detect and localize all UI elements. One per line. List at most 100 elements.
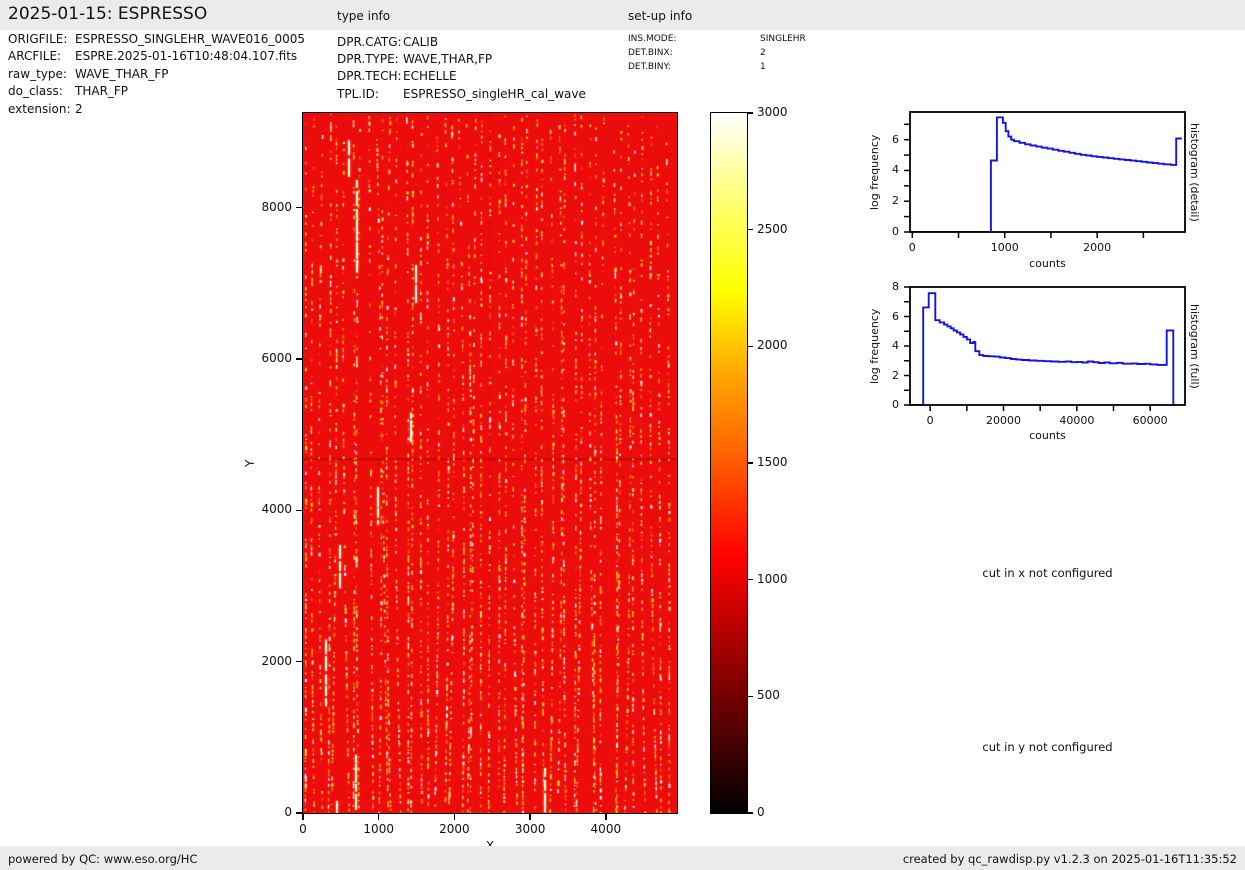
setup-info-row: DET.BINX:2 bbox=[628, 47, 806, 61]
dpr-type-value: WAVE,THAR,FP bbox=[403, 51, 492, 68]
hist-detail-x-tick-label: 0 bbox=[882, 241, 942, 254]
dpr-tech-label: DPR.TECH: bbox=[337, 68, 403, 85]
doclass-label: do_class: bbox=[8, 83, 75, 100]
raw-y-tick bbox=[296, 207, 303, 209]
raw-x-tick-label: 0 bbox=[273, 822, 333, 836]
file-info-row: ARCFILE:ESPRE.2025-01-16T10:48:04.107.fi… bbox=[8, 48, 305, 65]
hist-detail-y-tick-label: 6 bbox=[865, 133, 899, 146]
type-info-block: DPR.CATG:CALIB DPR.TYPE:WAVE,THAR,FP DPR… bbox=[337, 34, 586, 103]
file-info-row: extension:2 bbox=[8, 101, 305, 118]
raw-x-tick bbox=[529, 813, 531, 820]
hist-detail-x-tick-label: 2000 bbox=[1067, 241, 1127, 254]
raw-y-tick-label: 2000 bbox=[244, 654, 292, 668]
raw-x-tick-label: 1000 bbox=[349, 822, 409, 836]
file-info-block: ORIGFILE:ESPRESSO_SINGLEHR_WAVE016_0005 … bbox=[8, 31, 305, 118]
hist-detail-y-tick-label: 4 bbox=[865, 163, 899, 176]
raw-y-tick-label: 4000 bbox=[244, 502, 292, 516]
dpr-catg-label: DPR.CATG: bbox=[337, 34, 403, 51]
tpl-id-value: ESPRESSO_singleHR_cal_wave bbox=[403, 86, 586, 103]
setup-info-block: INS.MODE:SINGLEHR DET.BINX:2 DET.BINY:1 bbox=[628, 33, 806, 74]
type-info-row: DPR.TECH:ECHELLE bbox=[337, 68, 586, 85]
colorbar-tick bbox=[747, 229, 753, 231]
hist-detail-y-tick-label: 0 bbox=[865, 225, 899, 238]
colorbar-tick-label: 0 bbox=[757, 805, 765, 819]
det-biny-label: DET.BINY: bbox=[628, 61, 760, 75]
colorbar-tick-label: 2000 bbox=[757, 338, 788, 352]
extension-label: extension: bbox=[8, 101, 75, 118]
setup-info-row: INS.MODE:SINGLEHR bbox=[628, 33, 806, 47]
colorbar-tick bbox=[747, 462, 753, 464]
setup-info-row: DET.BINY:1 bbox=[628, 61, 806, 75]
hist-detail-x-tick-label: 1000 bbox=[975, 241, 1035, 254]
dpr-catg-value: CALIB bbox=[403, 34, 438, 51]
footer-powered-by: powered by QC: www.eso.org/HC bbox=[8, 852, 197, 866]
setup-info-heading: set-up info bbox=[628, 9, 692, 23]
rawtype-value: WAVE_THAR_FP bbox=[75, 66, 168, 83]
origfile-label: ORIGFILE: bbox=[8, 31, 75, 48]
type-info-heading: type info bbox=[337, 9, 390, 23]
extension-value: 2 bbox=[75, 101, 83, 118]
raw-x-tick bbox=[454, 813, 456, 820]
tpl-id-label: TPL.ID: bbox=[337, 86, 403, 103]
dpr-type-label: DPR.TYPE: bbox=[337, 51, 403, 68]
colorbar-tick-label: 3000 bbox=[757, 105, 788, 119]
colorbar-tick bbox=[747, 579, 753, 581]
page-title: 2025-01-15: ESPRESSO bbox=[8, 4, 207, 24]
colorbar-tick bbox=[747, 812, 753, 814]
colorbar-tick-label: 1000 bbox=[757, 572, 788, 586]
hist-full-y-tick-label: 0 bbox=[865, 398, 899, 411]
hist-full-axes-box bbox=[910, 287, 1185, 405]
hist-full-svg bbox=[902, 279, 1193, 413]
colorbar-tick bbox=[747, 346, 753, 348]
raw-x-tick-label: 4000 bbox=[576, 822, 636, 836]
origfile-value: ESPRESSO_SINGLEHR_WAVE016_0005 bbox=[75, 31, 305, 48]
colorbar-tick-label: 2500 bbox=[757, 222, 788, 236]
cut-y-note: cut in y not configured bbox=[910, 740, 1185, 754]
dpr-tech-value: ECHELLE bbox=[403, 68, 457, 85]
hist-detail-curve bbox=[910, 117, 1182, 232]
footer-created-by: created by qc_rawdisp.py v1.2.3 on 2025-… bbox=[903, 852, 1237, 866]
raw-y-tick bbox=[296, 661, 303, 663]
raw-y-tick bbox=[296, 510, 303, 512]
raw-y-tick bbox=[296, 812, 303, 814]
hist-full-y-tick-label: 2 bbox=[865, 369, 899, 382]
type-info-row: DPR.TYPE:WAVE,THAR,FP bbox=[337, 51, 586, 68]
colorbar-tick bbox=[747, 696, 753, 698]
hist-detail-y-tick-label: 2 bbox=[865, 194, 899, 207]
hist-full-x-tick-label: 20000 bbox=[974, 414, 1034, 427]
type-info-row: DPR.CATG:CALIB bbox=[337, 34, 586, 51]
hist-full-y-tick-label: 6 bbox=[865, 310, 899, 323]
hist-detail-svg bbox=[902, 104, 1193, 240]
histogram-full-xlabel: counts bbox=[910, 429, 1185, 442]
doclass-value: THAR_FP bbox=[75, 83, 128, 100]
type-info-row: TPL.ID:ESPRESSO_singleHR_cal_wave bbox=[337, 86, 586, 103]
raw-y-tick bbox=[296, 358, 303, 360]
hist-full-curve bbox=[910, 293, 1176, 405]
hist-full-x-tick-label: 0 bbox=[900, 414, 960, 427]
colorbar bbox=[710, 112, 748, 814]
colorbar-tick bbox=[747, 112, 753, 114]
raw-y-tick-label: 8000 bbox=[244, 200, 292, 214]
raw-x-tick bbox=[378, 813, 380, 820]
raw-x-tick-label: 3000 bbox=[500, 822, 560, 836]
arcfile-value: ESPRE.2025-01-16T10:48:04.107.fits bbox=[75, 48, 297, 65]
raw-x-tick-label: 2000 bbox=[424, 822, 484, 836]
colorbar-tick-label: 500 bbox=[757, 688, 780, 702]
qc-report-page: 2025-01-15: ESPRESSO type info set-up in… bbox=[0, 0, 1245, 870]
file-info-row: ORIGFILE:ESPRESSO_SINGLEHR_WAVE016_0005 bbox=[8, 31, 305, 48]
det-binx-value: 2 bbox=[760, 47, 766, 61]
raw-image-canvas bbox=[303, 113, 677, 813]
colorbar-tick-label: 1500 bbox=[757, 455, 788, 469]
raw-y-tick-label: 6000 bbox=[244, 351, 292, 365]
ins-mode-value: SINGLEHR bbox=[760, 33, 806, 47]
cut-x-note: cut in x not configured bbox=[910, 566, 1185, 580]
file-info-row: do_class:THAR_FP bbox=[8, 83, 305, 100]
det-binx-label: DET.BINX: bbox=[628, 47, 760, 61]
hist-full-y-tick-label: 4 bbox=[865, 339, 899, 352]
hist-detail-axes-box bbox=[910, 112, 1185, 232]
hist-full-x-tick-label: 40000 bbox=[1047, 414, 1107, 427]
arcfile-label: ARCFILE: bbox=[8, 48, 75, 65]
raw-x-tick bbox=[302, 813, 304, 820]
ins-mode-label: INS.MODE: bbox=[628, 33, 760, 47]
hist-full-x-tick-label: 60000 bbox=[1120, 414, 1180, 427]
